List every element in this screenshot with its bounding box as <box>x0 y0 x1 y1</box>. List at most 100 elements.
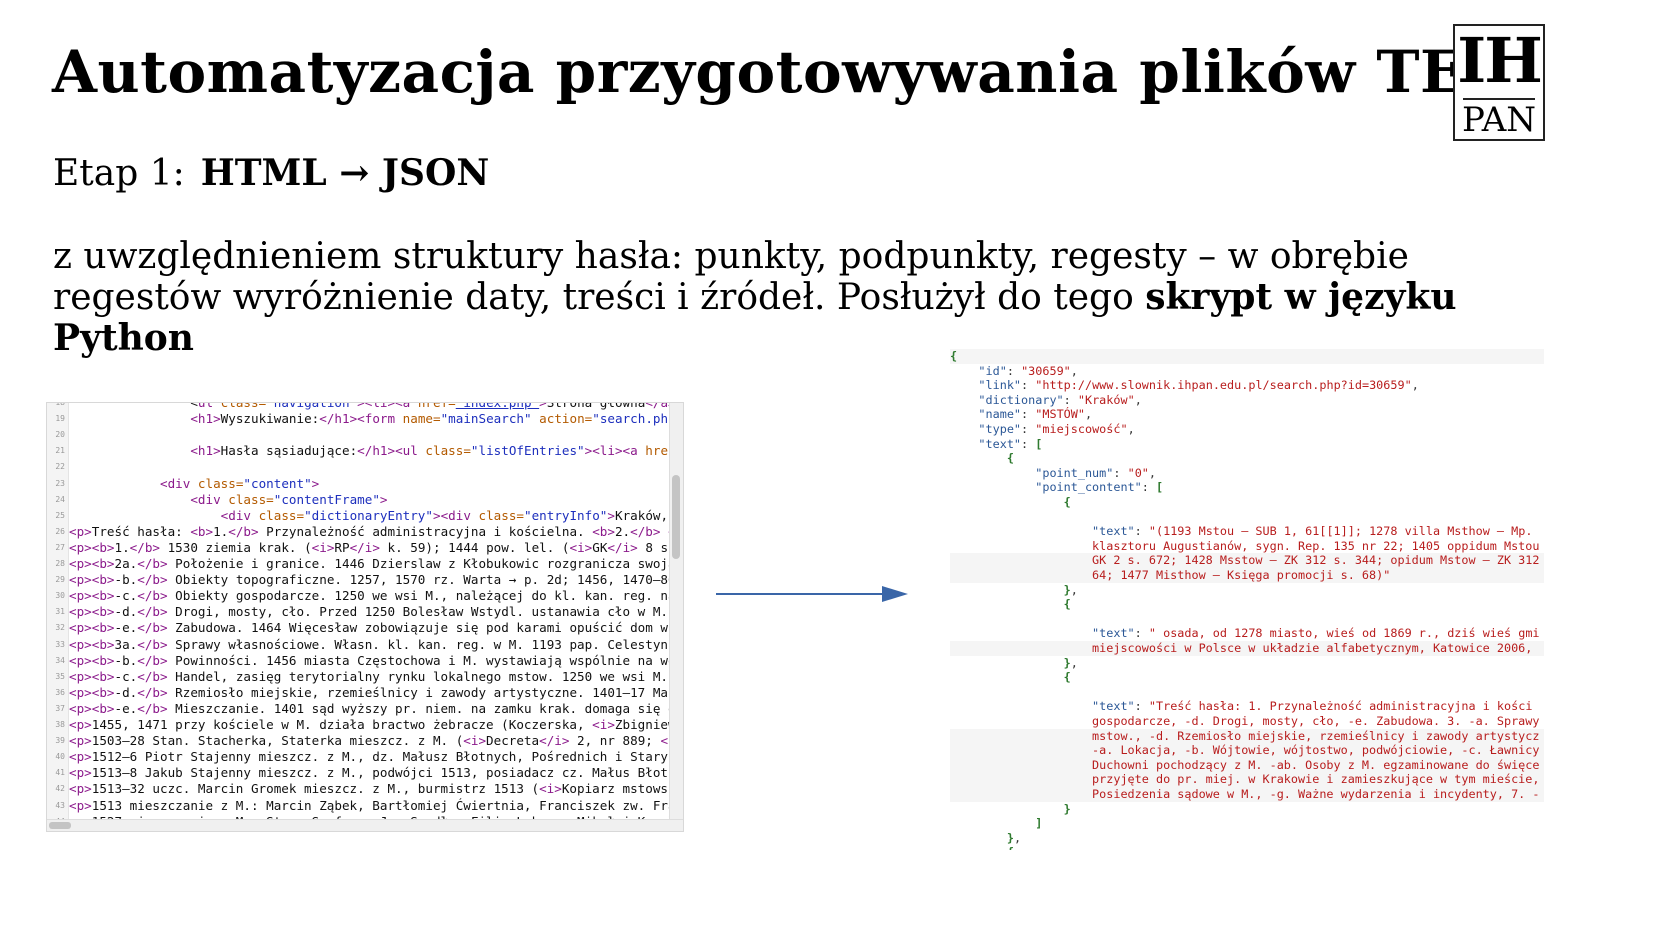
code-line: 28 <p><b>2a.</b> Położenie i granice. 144… <box>47 556 669 572</box>
stage-label: HTML → JSON <box>200 152 490 194</box>
code-token: -e. <box>114 700 138 716</box>
code-token: Sprawy własnościowe. Własn. kl. kan. reg… <box>167 636 669 652</box>
code-token: </b> <box>137 588 168 604</box>
code-token: </b> <box>228 523 259 539</box>
code-token: </b> <box>137 652 168 668</box>
code-token: </b> <box>137 668 168 684</box>
code-token: Drogi, mosty, cło. Przed 1250 Bolesław W… <box>167 604 669 620</box>
json-line: klasztoru Augustianów, sygn. Rep. 135 nr… <box>950 539 1544 554</box>
html-source-screenshot: 18 <ul class="navigation"><li><a href="i… <box>46 402 684 832</box>
ihpan-logo: IH PAN <box>1453 24 1545 141</box>
json-token: "text" <box>1092 626 1135 641</box>
json-line: ] <box>950 816 1544 831</box>
json-line: "text": "Treść hasła: 1. Przynależność a… <box>950 699 1544 714</box>
code-token: </b> <box>137 684 168 700</box>
code-line: 19 <h1>Wyszukiwanie:</h1><form name="mai… <box>47 411 669 427</box>
json-token: : <box>1141 480 1156 495</box>
code-token: "search.php" <box>592 411 669 427</box>
code-token: Zabudowa. 1464 Więcesław zobowiązuje się… <box>167 620 669 636</box>
code-token: <p><b> <box>69 620 115 636</box>
line-number: 34 <box>55 655 65 665</box>
stage-heading: Etap 1: HTML → JSON <box>53 152 489 194</box>
code-token: 8 s. 16 <box>645 539 669 555</box>
code-token: -b. <box>114 572 138 588</box>
json-token: mstow., -d. Rzemiosło miejskie, rzemieśl… <box>950 728 1540 743</box>
json-line: Posiedzenia sądowe w M., -g. Ważne wydar… <box>950 787 1544 802</box>
code-token: Zbigniew Ol <box>614 717 669 732</box>
code-token: Obiekty gospodarcze. 1250 we wsi M., nal… <box>167 588 669 604</box>
code-token: Handel, zasięg terytorialny rynku lokaln… <box>167 668 669 684</box>
json-token: , <box>1013 830 1022 845</box>
slide-title: Automatyzacja przygotowywania plików TEI <box>52 38 1493 106</box>
json-token: , <box>1070 655 1078 670</box>
code-token: <div <box>190 491 221 507</box>
code-token: 1503–28 Stan. Stacherka, Staterka mieszc… <box>91 733 464 749</box>
horizontal-scrollbar[interactable] <box>47 819 683 831</box>
code-token: 1513–8 Jakub Stajenny mieszcz. z M., pod… <box>91 765 669 781</box>
json-token: [ <box>1156 480 1164 495</box>
json-line <box>950 685 1544 700</box>
line-number: 36 <box>55 687 65 697</box>
code-line: 32 <p><b>-e.</b> Zabudowa. 1464 Więcesław… <box>47 620 669 636</box>
code-token: -e. <box>114 620 138 636</box>
code-line: 29 <p><b>-b.</b> Obiekty topograficzne. 1… <box>47 572 669 588</box>
logo-top-text: IH <box>1457 24 1543 97</box>
code-token: <b> <box>190 523 214 539</box>
code-line: 39 <p>1503–28 Stan. Stacherka, Staterka m… <box>47 733 669 749</box>
json-line: Duchowni pochodzący z M. -ab. Osoby z M.… <box>950 757 1544 773</box>
horizontal-scroll-thumb[interactable] <box>49 822 71 829</box>
code-line: 40 <p>1512–6 Piotr Stajenny mieszcz. z M.… <box>47 749 669 765</box>
json-token: [ <box>1035 436 1043 451</box>
json-line: 64; 1477 Misthow – Księga promocji s. 68… <box>950 568 1544 583</box>
json-token: GK 2 s. 672; 1428 Msstow – ZK 312 s. 344… <box>950 553 1540 568</box>
code-token: </h1><form <box>319 411 396 427</box>
json-token: 64; 1477 Misthow – Księga promocji s. 68… <box>950 568 1391 582</box>
line-number: 42 <box>55 784 65 794</box>
json-token: } <box>1063 801 1071 816</box>
vertical-scroll-thumb[interactable] <box>672 475 680 559</box>
code-token: <p><b> <box>69 700 115 716</box>
json-line <box>950 612 1544 627</box>
json-line: "text": "(1193 Mstou – SUB 1, 61[[1]]; 1… <box>950 524 1544 539</box>
code-token: GK <box>592 539 608 555</box>
code-token: </i> <box>349 539 380 555</box>
code-token: <p> <box>69 765 92 781</box>
code-line: 37 <p><b>-e.</b> Mieszczanie. 1401 sąd wy… <box>47 701 669 717</box>
code-token: <h1> <box>190 411 221 427</box>
json-line: { <box>950 845 1544 850</box>
code-token: class= <box>417 443 471 459</box>
code-line: 18 <ul class="navigation"><li><a href="i… <box>47 403 669 411</box>
json-token: "text" <box>1092 699 1135 714</box>
json-line: "point_content": [ <box>950 480 1544 495</box>
json-line: { <box>950 349 1544 364</box>
json-token: : <box>1134 524 1149 539</box>
json-token: miejscowości w Polsce w układzie alfabet… <box>950 641 1533 655</box>
line-number: 35 <box>55 671 65 681</box>
code-token: <i> <box>539 781 562 797</box>
code-token: <i> <box>311 539 335 555</box>
line-number: 32 <box>55 623 65 633</box>
code-token: <b> <box>592 523 615 539</box>
json-line: "text": " osada, od 1278 miasto, wieś od… <box>950 626 1544 641</box>
json-token: "miejscowość" <box>1035 422 1128 436</box>
code-token: Hasła sąsiadujące: <box>220 443 358 459</box>
json-line: "point_num": "0", <box>950 466 1544 481</box>
code-line: 30 <p><b>-c.</b> Obiekty gospodarcze. 125… <box>47 588 669 604</box>
code-line: 41 <p>1513–8 Jakub Stajenny mieszcz. z M.… <box>47 765 669 781</box>
json-token: klasztoru Augustianów, sygn. Rep. 135 nr… <box>950 538 1540 553</box>
code-token: <p><b> <box>69 668 115 684</box>
json-token: { <box>1063 597 1071 612</box>
code-token: <div <box>220 507 251 523</box>
code-token: 1. <box>114 539 130 555</box>
vertical-scrollbar[interactable] <box>669 403 683 831</box>
line-number: 22 <box>55 462 65 472</box>
json-token: "text" <box>1092 524 1135 539</box>
code-token: "dictionaryEntry" <box>304 507 433 523</box>
